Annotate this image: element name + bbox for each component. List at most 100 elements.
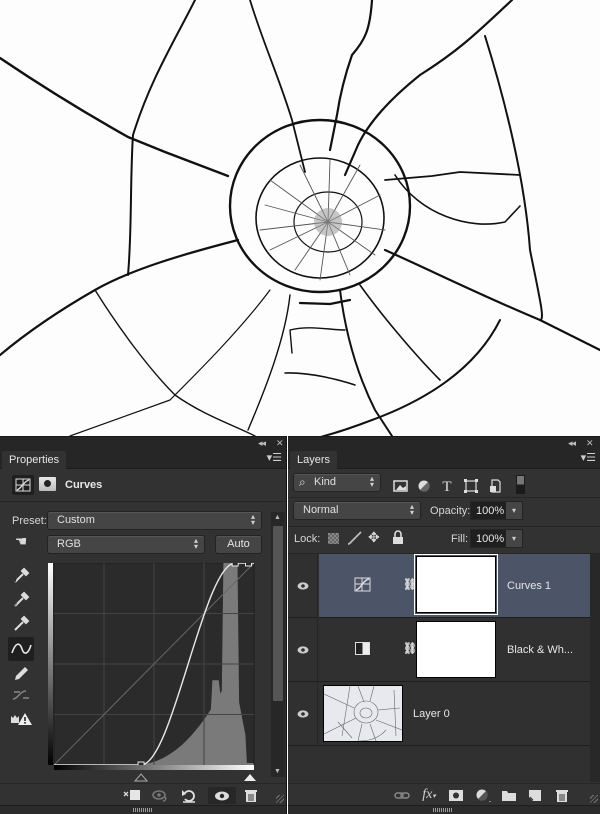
reset-icon [182,790,195,803]
shape-filter-icon[interactable] [462,479,480,495]
blend-mode-dropdown[interactable]: Normal ▴ ▾ [293,501,421,520]
delete-layer-button[interactable] [551,787,573,804]
panel-menu-icon[interactable]: ▾☰ [267,453,282,464]
collapse-icon[interactable]: ◂◂ [258,438,266,449]
tab-properties[interactable]: Properties [2,451,67,469]
layer-row-layer-0[interactable]: Layer 0 [288,682,590,746]
curve-control-point[interactable] [231,559,239,567]
add-layer-style-button[interactable]: fx▾ [418,787,440,804]
curves-grid-icon [15,478,31,492]
divider [288,526,600,527]
layer-mask-icon[interactable] [39,477,56,491]
updown-arrows-icon: ▴ ▾ [409,502,414,517]
curves-adjustment-icon-button[interactable] [12,475,34,495]
properties-panel: ◂◂ ✕ Properties ▾☰ Curves Preset: Custom… [0,436,287,814]
type-filter-icon[interactable]: T [438,479,456,495]
updown-arrows-icon: ▴ ▾ [250,512,255,527]
black-white-adjustment-icon [355,642,370,655]
new-fill-adjustment-button[interactable] [472,787,494,804]
white-point-slider[interactable] [244,774,256,781]
layer-mask-thumbnail[interactable] [414,554,498,615]
visibility-toggle[interactable] [288,618,318,682]
layer-thumbnail[interactable] [323,685,403,742]
mask-link-icon[interactable]: ⛓ [403,578,417,591]
mask-link-icon[interactable]: ⛓ [403,642,417,655]
close-icon[interactable]: ✕ [276,438,283,449]
curve-control-point[interactable] [245,559,253,567]
panel-drag-grip[interactable] [0,805,286,814]
white-point-eyedropper[interactable] [8,613,34,637]
layer-body[interactable]: ⛓ Curves 1 [319,554,590,617]
auto-button[interactable]: Auto [215,535,262,554]
panel-drag-grip[interactable] [288,805,600,814]
folder-icon [502,791,516,801]
curves-adjustment-icon [354,577,371,592]
layer-row-black-white[interactable]: ⛓ Black & Wh... [288,618,590,682]
cracked-glass-thumbnail [323,685,403,742]
opacity-slider-toggle[interactable]: ▾ [505,501,523,520]
toggle-visibility-button[interactable] [208,787,236,804]
visibility-toggle[interactable] [288,682,318,746]
add-mask-button[interactable] [445,787,467,804]
new-layer-icon [529,790,541,801]
adjustment-filter-icon[interactable] [415,479,433,495]
tab-layers[interactable]: Layers [290,451,338,469]
pixel-filter-icon[interactable] [392,479,410,495]
input-sliders [133,773,256,782]
cracked-glass-image [0,0,600,436]
preset-dropdown[interactable]: Custom ▴ ▾ [47,511,262,530]
lock-all-icon[interactable] [392,530,404,548]
reset-button[interactable] [178,787,200,804]
visibility-toggle[interactable] [288,554,318,618]
layer-mask-thumbnail[interactable] [416,621,496,678]
layer-row-curves-1[interactable]: ⛓ Curves 1 [288,554,590,618]
layers-scrollbar[interactable] [590,554,600,782]
edit-points-curve-tool[interactable] [8,637,34,661]
delete-adjustment-button[interactable] [240,787,262,804]
channel-dropdown[interactable]: RGB ▴ ▾ [47,535,205,554]
opacity-input[interactable]: 100% [470,501,506,520]
search-icon: ⌕ [299,475,306,489]
fill-slider-toggle[interactable]: ▾ [505,529,523,548]
layers-tab-bar: Layers ▾☰ [288,450,600,469]
clip-to-layer-button[interactable] [121,787,143,804]
lock-position-icon[interactable]: ✥ [368,529,380,546]
properties-tab-bar: Properties ▾☰ [0,450,286,469]
new-layer-button[interactable] [524,787,546,804]
smart-object-filter-icon[interactable] [486,479,504,495]
smooth-icon [12,690,29,700]
draw-curve-pencil-tool[interactable] [8,663,34,687]
lock-transparent-pixels-icon[interactable] [328,533,339,544]
filter-toggle-switch[interactable] [516,475,525,494]
document-canvas[interactable] [0,0,600,436]
resize-grip-icon[interactable] [276,795,284,803]
link-layers-button[interactable] [391,787,413,804]
close-icon[interactable]: ✕ [586,438,593,449]
collapse-icon[interactable]: ◂◂ [568,438,576,449]
black-point-eyedropper[interactable] [8,565,34,589]
resize-grip-icon[interactable] [590,795,598,803]
opacity-label: Opacity: [430,505,471,517]
panel-menu-icon[interactable]: ▾☰ [581,453,596,464]
scroll-down-icon[interactable]: ▼ [274,768,281,775]
properties-scrollbar[interactable]: ▲ ▼ [271,512,285,777]
on-image-adjust-tool[interactable]: ☚ [8,533,34,553]
gray-point-eyedropper[interactable] [8,589,34,613]
fill-input[interactable]: 100% [470,529,506,548]
trash-icon [556,790,568,802]
clipping-warning-tool[interactable] [8,709,34,733]
smooth-curve-tool[interactable] [8,685,34,709]
curves-graph[interactable] [48,559,256,773]
scroll-up-icon[interactable]: ▲ [274,514,281,521]
filter-kind-dropdown[interactable]: ⌕ Kind ▴ ▾ [293,473,381,492]
grip-lines-icon [433,808,453,812]
new-group-button[interactable] [498,787,520,804]
fx-icon: fx [422,787,433,802]
layer-body[interactable]: ⛓ Black & Wh... [319,618,590,681]
lock-image-pixels-icon[interactable] [346,530,364,549]
filter-kind-value: Kind [314,476,337,488]
black-point-slider[interactable] [133,773,149,782]
layer-body[interactable]: Layer 0 [319,682,590,745]
view-previous-state-button[interactable] [149,787,171,804]
scroll-thumb[interactable] [273,526,283,701]
